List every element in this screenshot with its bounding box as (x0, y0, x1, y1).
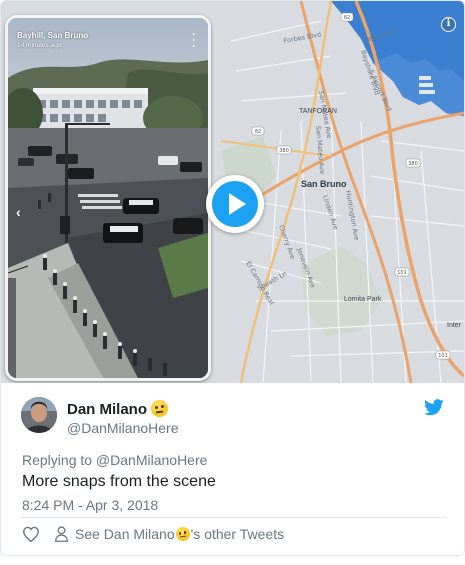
author-handle[interactable]: @DanMilanoHere (67, 420, 178, 436)
svg-text:101: 101 (438, 353, 448, 359)
svg-text:101: 101 (397, 270, 407, 276)
play-button[interactable] (206, 175, 264, 233)
map-lomita-park-label: Lomita Park (344, 296, 382, 303)
map-inter-label: Inter (447, 322, 462, 329)
map-tanforan-label: TANFORAN (299, 108, 337, 115)
embedded-tweet-card: 82 82 380 101 101 380 San Mateo Ave Bays… (0, 0, 465, 556)
tweet-timestamp[interactable]: 8:24 PM - Apr 3, 2018 (22, 497, 158, 513)
snap-scene-image (8, 18, 208, 378)
svg-text:380: 380 (279, 148, 289, 154)
snap-time-label: 14 minutes ago (17, 42, 62, 49)
see-other-tweets-link[interactable]: See Dan Milano's other Tweets (75, 526, 284, 542)
replying-to-link[interactable]: Replying to @DanMilanoHere (22, 452, 207, 468)
snap-location-label: Bayhill, San Bruno (17, 31, 89, 40)
author-name[interactable]: Dan Milano (67, 400, 169, 418)
play-icon (212, 181, 258, 227)
svg-text:82: 82 (255, 129, 261, 135)
map-city-label: San Bruno (301, 179, 347, 189)
twitter-bird-icon[interactable] (424, 399, 444, 416)
chevron-left-icon[interactable]: ‹ (16, 204, 21, 220)
face-with-raised-eyebrow-icon (151, 400, 169, 417)
like-heart-icon[interactable] (22, 526, 40, 542)
person-icon[interactable] (54, 526, 69, 542)
svg-text:380: 380 (408, 161, 418, 167)
avatar[interactable] (21, 397, 57, 433)
tweet-text: More snaps from the scene (22, 473, 216, 490)
more-options-icon[interactable]: · · · (192, 30, 196, 53)
face-with-raised-eyebrow-icon (175, 527, 190, 541)
divider (21, 517, 446, 518)
svg-text:82: 82 (344, 15, 350, 21)
info-icon[interactable]: i (441, 17, 456, 32)
snap-video-preview[interactable]: Bayhill, San Bruno 14 minutes ago · · · ‹ (5, 15, 211, 381)
tweet-media[interactable]: 82 82 380 101 101 380 San Mateo Ave Bays… (1, 1, 464, 383)
